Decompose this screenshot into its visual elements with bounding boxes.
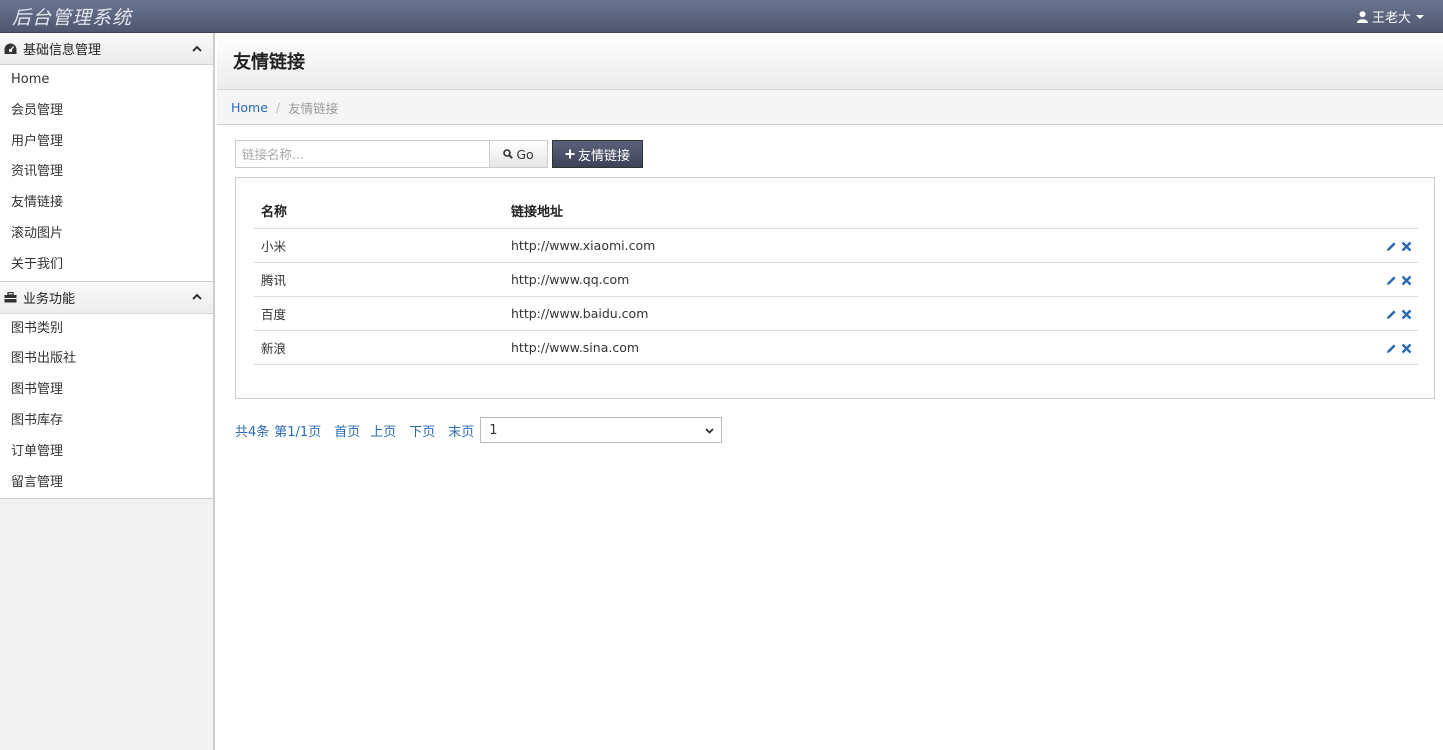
go-button-label: Go bbox=[516, 146, 534, 162]
chevron-up-icon bbox=[192, 293, 202, 300]
table-row: 腾讯 http://www.qq.com bbox=[254, 262, 1418, 297]
sidebar: 基础信息管理 Home 会员管理 用户管理 资讯管理 友情链接 滚动图片 关于我… bbox=[0, 33, 215, 750]
sidebar-item-links[interactable]: 友情链接 bbox=[0, 188, 213, 219]
cell-name: 腾讯 bbox=[254, 262, 504, 297]
sidebar-item-messages[interactable]: 留言管理 bbox=[0, 467, 213, 499]
links-table: 名称 链接地址 小米 http://www.xiaomi.com 腾讯 http… bbox=[254, 194, 1418, 365]
dashboard-icon bbox=[3, 42, 17, 56]
breadcrumb-home-link[interactable]: Home bbox=[231, 100, 268, 115]
column-header-actions bbox=[1358, 194, 1418, 229]
delete-icon[interactable] bbox=[1401, 343, 1412, 354]
briefcase-icon bbox=[3, 290, 17, 304]
breadcrumb: Home / 友情链接 bbox=[217, 90, 1443, 125]
edit-icon[interactable] bbox=[1386, 343, 1397, 354]
user-icon bbox=[1356, 10, 1368, 23]
table-row: 百度 http://www.baidu.com bbox=[254, 296, 1418, 331]
sidebar-item-about[interactable]: 关于我们 bbox=[0, 249, 213, 281]
sidebar-item-book-categories[interactable]: 图书类别 bbox=[0, 313, 213, 345]
menu-group-title: 业务功能 bbox=[23, 291, 76, 307]
column-header-name: 名称 bbox=[254, 194, 504, 229]
row-actions bbox=[1358, 262, 1418, 297]
table-row: 新浪 http://www.sina.com bbox=[254, 330, 1418, 365]
add-link-button[interactable]: 友情链接 bbox=[552, 140, 643, 168]
page-select[interactable]: 1 bbox=[480, 417, 723, 443]
breadcrumb-separator: / bbox=[275, 99, 281, 115]
search-input[interactable] bbox=[235, 140, 490, 168]
pagination-first-link[interactable]: 首页 bbox=[334, 421, 360, 440]
menu-group-header-basic[interactable]: 基础信息管理 bbox=[0, 33, 213, 65]
delete-icon[interactable] bbox=[1401, 275, 1412, 286]
cell-name: 小米 bbox=[254, 228, 504, 263]
menu-group-header-business[interactable]: 业务功能 bbox=[0, 281, 213, 314]
cell-url: http://www.xiaomi.com bbox=[504, 228, 1358, 263]
edit-icon[interactable] bbox=[1386, 241, 1397, 252]
delete-icon[interactable] bbox=[1401, 241, 1412, 252]
edit-icon[interactable] bbox=[1386, 309, 1397, 320]
cell-name: 百度 bbox=[254, 296, 504, 331]
user-name: 王老大 bbox=[1371, 11, 1411, 26]
caret-down-icon bbox=[1416, 14, 1424, 19]
table-row: 小米 http://www.xiaomi.com bbox=[254, 228, 1418, 263]
sidebar-item-home[interactable]: Home bbox=[0, 65, 213, 96]
page-select-value: 1 bbox=[489, 422, 498, 438]
menu-group-business: 业务功能 图书类别 图书出版社 图书管理 图书库存 订单管理 留言管理 bbox=[0, 281, 213, 500]
chevron-up-icon bbox=[192, 45, 202, 52]
pagination-last-link[interactable]: 末页 bbox=[448, 421, 474, 440]
chevron-down-icon bbox=[705, 428, 714, 434]
pagination-prev-link[interactable]: 上页 bbox=[370, 421, 396, 440]
sidebar-item-members[interactable]: 会员管理 bbox=[0, 95, 213, 127]
main-content: 友情链接 Home / 友情链接 Go 友情链接 名称 链接地址 bbox=[217, 33, 1443, 750]
pagination-page-info: 第1/1页 bbox=[274, 424, 322, 440]
page-title: 友情链接 bbox=[233, 52, 305, 73]
go-button[interactable]: Go bbox=[490, 140, 548, 168]
search-toolbar: Go 友情链接 bbox=[235, 140, 643, 168]
cell-name: 新浪 bbox=[254, 330, 504, 365]
menu-group-basic: 基础信息管理 Home 会员管理 用户管理 资讯管理 友情链接 滚动图片 关于我… bbox=[0, 33, 213, 282]
cell-url: http://www.qq.com bbox=[504, 262, 1358, 297]
plus-icon bbox=[565, 149, 575, 159]
add-link-button-label: 友情链接 bbox=[577, 148, 630, 164]
sidebar-item-slides[interactable]: 滚动图片 bbox=[0, 218, 213, 250]
pagination: 共4条 第1/1页 首页 上页 下页 末页 1 bbox=[235, 417, 723, 443]
cell-url: http://www.sina.com bbox=[504, 330, 1358, 365]
row-actions bbox=[1358, 296, 1418, 331]
row-actions bbox=[1358, 330, 1418, 365]
user-menu[interactable]: 王老大 bbox=[1356, 7, 1425, 26]
pagination-next-link[interactable]: 下页 bbox=[409, 421, 435, 440]
search-icon bbox=[503, 149, 514, 159]
row-actions bbox=[1358, 228, 1418, 263]
sidebar-item-users[interactable]: 用户管理 bbox=[0, 126, 213, 158]
cell-url: http://www.baidu.com bbox=[504, 296, 1358, 331]
page-header: 友情链接 bbox=[217, 33, 1443, 90]
table-header-row: 名称 链接地址 bbox=[254, 194, 1418, 229]
sidebar-item-books[interactable]: 图书管理 bbox=[0, 375, 213, 406]
edit-icon[interactable] bbox=[1386, 275, 1397, 286]
sidebar-item-publishers[interactable]: 图书出版社 bbox=[0, 344, 213, 376]
breadcrumb-current: 友情链接 bbox=[288, 100, 339, 116]
column-header-url: 链接地址 bbox=[504, 194, 1358, 229]
sidebar-item-inventory[interactable]: 图书库存 bbox=[0, 405, 213, 437]
pagination-total: 共4条 bbox=[235, 424, 270, 440]
menu-group-title: 基础信息管理 bbox=[23, 43, 102, 58]
delete-icon[interactable] bbox=[1401, 309, 1412, 320]
app-title: 后台管理系统 bbox=[12, 7, 133, 29]
sidebar-item-orders[interactable]: 订单管理 bbox=[0, 436, 213, 468]
sidebar-item-news[interactable]: 资讯管理 bbox=[0, 157, 213, 189]
links-panel: 名称 链接地址 小米 http://www.xiaomi.com 腾讯 http… bbox=[235, 177, 1435, 399]
top-navbar: 后台管理系统 王老大 bbox=[0, 0, 1443, 33]
